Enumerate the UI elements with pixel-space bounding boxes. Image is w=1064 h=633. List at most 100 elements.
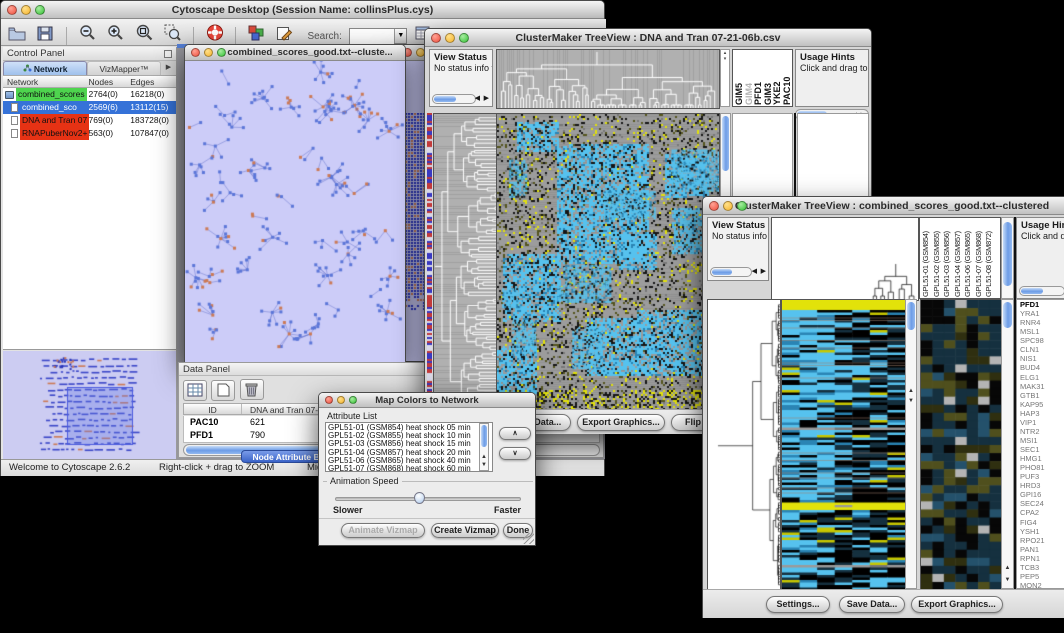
help-lifesaver-button[interactable] (203, 21, 227, 43)
create-attribute-button[interactable] (211, 380, 235, 401)
close-button[interactable] (709, 201, 719, 211)
map-colors-titlebar[interactable]: Map Colors to Network (319, 393, 535, 408)
scrollbar-thumb[interactable] (1003, 302, 1012, 328)
create-vizmap-button[interactable]: Create Vizmap (431, 523, 499, 538)
minimize-button[interactable] (204, 48, 213, 57)
scroll-down-arrow[interactable]: ▼ (906, 398, 916, 405)
close-button[interactable] (7, 5, 17, 15)
zoom-in-button[interactable] (104, 21, 128, 43)
tv2-col-dendrogram[interactable] (771, 217, 919, 301)
network-view[interactable] (185, 61, 405, 362)
network-overview-panel[interactable] (3, 351, 176, 459)
usage-hscrollbar[interactable] (1019, 286, 1064, 296)
zoom-button[interactable] (35, 5, 45, 15)
scroll-down-arrow[interactable]: ▼ (480, 462, 488, 469)
window-controls[interactable] (709, 201, 747, 211)
settings-button[interactable]: Settings... (766, 596, 830, 613)
zoom-button[interactable] (459, 33, 469, 43)
tab-network[interactable]: Network (3, 61, 87, 75)
resize-grip[interactable] (523, 533, 534, 544)
scroll-up-arrow[interactable]: ▲ (1002, 565, 1013, 572)
move-up-button[interactable]: ∧ (499, 427, 531, 440)
column-header-nodes[interactable]: Nodes (89, 76, 131, 87)
scroll-left-arrow[interactable]: ◀ (475, 93, 480, 104)
cytoscape-titlebar[interactable]: Cytoscape Desktop (Session Name: collins… (1, 1, 604, 19)
scroll-down-arrow[interactable]: ▼ (1002, 577, 1013, 584)
overview-canvas[interactable] (5, 353, 173, 457)
scroll-left-arrow[interactable]: ◀ (752, 266, 757, 277)
network-window-titlebar[interactable]: combined_scores_good.txt--cluste... (185, 45, 405, 61)
zoom-button[interactable] (217, 48, 226, 57)
minimize-button[interactable] (723, 201, 733, 211)
network-table-row[interactable]: combined_sco2569(6)13112(15) (3, 101, 176, 114)
close-button[interactable] (325, 396, 333, 404)
float-panel-icon[interactable] (164, 50, 172, 58)
tv2-heatmap[interactable] (781, 299, 906, 591)
tv1-col-dendrogram[interactable] (496, 49, 720, 109)
zoom-button[interactable] (737, 201, 747, 211)
scrollbar-thumb[interactable] (712, 269, 732, 275)
close-button[interactable] (431, 33, 441, 43)
delete-attribute-button[interactable] (240, 379, 264, 400)
column-header-network[interactable]: Network (3, 76, 89, 87)
scrollbar-thumb[interactable] (1021, 288, 1043, 294)
tv1-row-dendrogram[interactable] (433, 113, 498, 410)
window-controls[interactable] (431, 33, 469, 43)
move-down-button[interactable]: ∨ (499, 447, 531, 460)
network-table-row[interactable]: DNA and Tran 07769(0)183728(0) (3, 114, 176, 127)
network-table-row[interactable]: RNAPuberNov2+563(0)107847(0) (3, 127, 176, 140)
treeview1-titlebar[interactable]: ClusterMaker TreeView : DNA and Tran 07-… (425, 29, 871, 47)
zoom-button[interactable] (349, 396, 357, 404)
search-dropdown-arrow[interactable]: ▼ (394, 29, 406, 43)
view-status-hscrollbar[interactable] (432, 94, 476, 104)
column-header-edges[interactable]: Edges (130, 76, 176, 87)
tv2-zoom-heatmap[interactable] (920, 299, 1002, 591)
select-attributes-button[interactable] (183, 380, 207, 401)
save-session-button[interactable] (33, 22, 57, 44)
save-data-button[interactable]: Save Data... (839, 596, 905, 613)
view-status-hscrollbar[interactable] (710, 267, 752, 277)
zoom-selected-button[interactable] (161, 21, 185, 43)
tv1-col-scroll-arrows[interactable]: ▴▾ (720, 49, 730, 107)
scroll-up-arrow[interactable]: ▲ (480, 454, 488, 461)
network-list-empty-area[interactable] (3, 140, 176, 350)
annotation-button[interactable] (273, 22, 297, 44)
tv2-vscrollbar[interactable]: ▲ ▼ (905, 299, 917, 589)
attribute-list-vscrollbar[interactable]: ▲ ▼ (479, 423, 489, 471)
animate-vizmap-button[interactable]: Animate Vizmap (341, 523, 425, 538)
scrollbar-thumb[interactable] (481, 425, 487, 447)
window-controls[interactable] (325, 396, 357, 404)
window-controls[interactable] (191, 48, 226, 57)
tv2-col-vscrollbar[interactable] (1001, 217, 1014, 299)
animation-slider-track[interactable] (335, 497, 521, 501)
tab-vizmapper[interactable]: VizMapper™ (87, 61, 161, 75)
network-canvas[interactable] (185, 61, 405, 362)
scroll-right-arrow[interactable]: ▶ (761, 266, 766, 277)
minimize-button[interactable] (21, 5, 31, 15)
scrollbar-thumb[interactable] (722, 116, 729, 171)
minimize-button[interactable] (445, 33, 455, 43)
vizmapper-icon-button[interactable] (245, 22, 269, 44)
network-table-row[interactable]: combined_scores2764(0)16218(0) (3, 88, 176, 101)
open-session-button[interactable] (5, 22, 29, 44)
tv2-zoom-vscrollbar[interactable]: ▲ ▼ (1001, 299, 1014, 589)
tv2-row-dendrogram[interactable] (707, 299, 781, 591)
tab-overflow-arrow[interactable]: ▶ (161, 61, 176, 75)
scrollbar-thumb[interactable] (434, 96, 456, 102)
minimize-button[interactable] (337, 396, 345, 404)
scrollbar-thumb[interactable] (1003, 222, 1012, 286)
window-controls[interactable] (7, 5, 45, 15)
animation-slider-thumb[interactable] (414, 492, 425, 504)
scroll-up-arrow[interactable]: ▲ (906, 388, 916, 395)
zoom-out-button[interactable] (75, 21, 99, 43)
zoom-fit-button[interactable] (132, 21, 156, 43)
scrollbar-thumb[interactable] (907, 302, 915, 330)
tv1-heatmap[interactable] (496, 113, 720, 410)
treeview2-titlebar[interactable]: ClusterMaker TreeView : combined_scores_… (703, 197, 1064, 215)
attribute-list-item[interactable]: GPL51-07 (GSM868) heat shock 60 min (328, 465, 492, 472)
scroll-right-arrow[interactable]: ▶ (484, 93, 489, 104)
export-graphics-button[interactable]: Export Graphics... (577, 414, 665, 431)
column-header-id[interactable]: ID (184, 404, 242, 414)
close-button[interactable] (191, 48, 200, 57)
export-graphics-button[interactable]: Export Graphics... (911, 596, 1003, 613)
